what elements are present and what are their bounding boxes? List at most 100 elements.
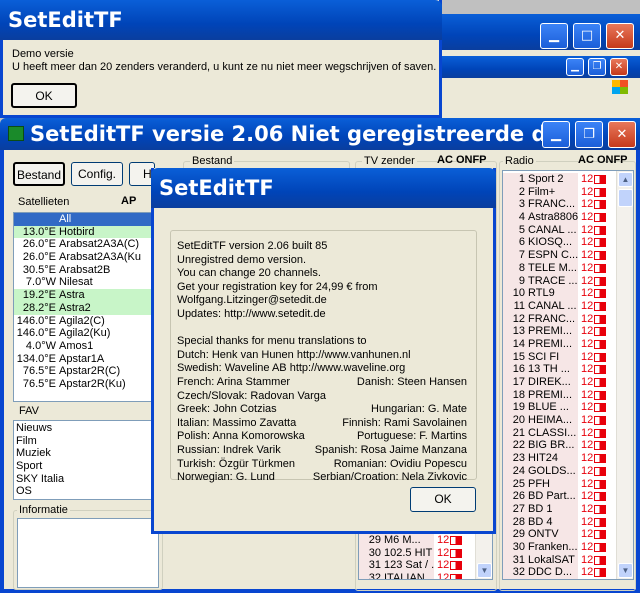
fav-item[interactable]: OS — [16, 485, 162, 498]
satellite-row[interactable]: 19.2°E Astra — [14, 289, 162, 302]
red-flag-icon — [594, 175, 607, 184]
satellite-row[interactable]: 146.0°E Agila2(Ku) — [14, 327, 162, 340]
close-button[interactable]: ✕ — [606, 23, 634, 49]
fav-item[interactable]: Film — [16, 435, 162, 448]
about-ok-button[interactable]: OK — [410, 487, 476, 512]
radio-channel-row[interactable]: 24 GOLDS... 12 — [503, 464, 616, 478]
radio-channel-row[interactable]: 16 13 TH ... 12 — [503, 363, 616, 376]
radio-channel-flag: 12 — [581, 566, 594, 579]
satellite-row[interactable]: 26.0°E Arabsat2A3A(C) — [14, 238, 162, 251]
red-flag-icon — [594, 251, 607, 261]
about-dialog-title: SetEditTF — [159, 176, 274, 200]
fav-item[interactable]: SKY Italia — [16, 473, 162, 486]
main-close-button[interactable]: ✕ — [608, 121, 636, 148]
satellite-row[interactable]: 26.0°E Arabsat2A3A(Ku — [14, 251, 162, 264]
satellite-row[interactable]: 4.0°W Amos1 — [14, 340, 162, 353]
fav-list[interactable]: Nieuws Film Muziek Sport SKY Italia OS — [13, 420, 163, 500]
radio-channel-flag: 12 — [581, 236, 594, 249]
radio-channel-row[interactable]: 12 FRANC... 12 — [503, 312, 616, 326]
config-button[interactable]: Config. — [71, 162, 123, 186]
main-minimize-button[interactable]: ▁ — [542, 121, 570, 148]
satellite-row[interactable]: 13.0°E Hotbird — [14, 225, 162, 239]
radio-channel-row[interactable]: 19 BLUE ... 12 — [503, 401, 616, 415]
radio-channel-row[interactable]: 7 ESPN C... 12 — [503, 249, 616, 262]
radio-channel-row[interactable]: 2 Film+ 12 — [503, 185, 616, 199]
main-restore-button[interactable]: ❐ — [575, 121, 603, 148]
radio-channel-flag: 12 — [581, 211, 594, 224]
tv-channel-row[interactable]: 32 ITALIAN... 12 — [359, 572, 475, 579]
maximize-button[interactable]: □ — [573, 23, 601, 49]
radio-channel-row[interactable]: 3 FRANC... 12 — [503, 198, 616, 212]
tv-channel-row[interactable]: 31123 Sat / ...12 — [359, 559, 475, 573]
radio-channel-row[interactable]: 9 TRACE ... 12 — [503, 274, 616, 288]
tv-channel-name: 102.5 HIT ... — [384, 546, 434, 560]
radio-channel-row[interactable]: 11 CANAL ... 12 — [503, 299, 616, 313]
satellite-row[interactable]: All — [14, 213, 162, 226]
credit-row: Russian: Indrek Varik Spanish: Rosa Jaime… — [177, 444, 477, 458]
demo-ok-button[interactable]: OK — [11, 83, 77, 108]
radio-channel-row[interactable]: 15 SCI FI 12 — [503, 350, 616, 364]
radio-channel-row[interactable]: 26 BD Part... 12 — [503, 490, 616, 503]
radio-channel-row[interactable]: 20 HEIMA... 12 — [503, 414, 616, 427]
bestand-button[interactable]: Bestand — [13, 162, 65, 186]
fav-item[interactable]: Muziek — [16, 447, 162, 460]
radio-channel-row[interactable]: 25 PFH 12 — [503, 477, 616, 491]
windows-logo-icon — [612, 80, 628, 94]
tv-channel-row[interactable]: 30102.5 HIT ...12 — [359, 546, 475, 560]
radio-channel-row[interactable]: 31 LokalSAT 12 — [503, 553, 616, 567]
fav-item[interactable]: Sport — [16, 460, 162, 473]
radio-channel-number: 8 — [503, 261, 528, 275]
radio-channel-row[interactable]: 28 BD 4 12 — [503, 515, 616, 529]
inner-close-button[interactable]: ✕ — [610, 58, 628, 76]
satellite-row[interactable]: 30.5°E Arabsat2B — [14, 264, 162, 277]
tv-channel-row[interactable]: 29 M6 M... 12 — [359, 534, 475, 547]
fav-item[interactable]: Nieuws — [16, 422, 162, 435]
radio-scroll-up-icon[interactable]: ▲ — [618, 172, 633, 187]
bestand-group-label: Bestand — [190, 155, 235, 167]
radio-channel-row[interactable]: 4 Astra8806 12 — [503, 211, 616, 224]
informatie-label: Informatie — [17, 504, 70, 516]
radio-channel-row[interactable]: 14 PREMI... 12 — [503, 337, 616, 351]
radio-channel-row[interactable]: 1 Sport 2 12 — [503, 173, 616, 186]
red-flag-icon — [594, 416, 607, 426]
radio-channel-name: SCI FI — [528, 350, 578, 364]
radio-channel-number: 20 — [503, 414, 528, 427]
inner-minimize-button[interactable]: ▁ — [566, 58, 584, 76]
radio-channel-row[interactable]: 32 DDC D... 12 — [503, 566, 616, 579]
radio-channel-row[interactable]: 6 KIOSQ... 12 — [503, 236, 616, 250]
radio-channel-number: 31 — [503, 553, 528, 567]
inner-restore-button[interactable]: ❐ — [588, 58, 606, 76]
satellite-row[interactable]: 76.5°E Apstar2R(Ku) — [14, 378, 162, 391]
radio-scrollbar[interactable]: ▲ ▼ — [616, 171, 633, 579]
radio-channel-row[interactable]: 17 DIREK... 12 — [503, 376, 616, 389]
radio-channel-row[interactable]: 21 CLASSI... 12 — [503, 426, 616, 440]
radio-channel-row[interactable]: 23 HIT24 12 — [503, 452, 616, 465]
satellite-row[interactable]: 146.0°E Agila2(C) — [14, 315, 162, 328]
radio-channel-row[interactable]: 8 TELE M... 12 — [503, 261, 616, 275]
radio-channel-row[interactable]: 18 PREMI... 12 — [503, 388, 616, 402]
satellite-name: Amos1 — [59, 339, 94, 352]
radio-channel-row[interactable]: 30 Franken... 12 — [503, 540, 616, 554]
radio-channel-row[interactable]: 13 PREMI... 12 — [503, 325, 616, 338]
minimize-button[interactable]: ▁ — [540, 23, 568, 49]
radio-scroll-down-icon[interactable]: ▼ — [618, 563, 633, 578]
satellite-row[interactable]: 28.2°E Astra2 — [14, 301, 162, 315]
radio-channel-row[interactable]: 10 RTL9 12 — [503, 287, 616, 300]
radio-channel-row[interactable]: 5 CANAL ... 12 — [503, 223, 616, 237]
radio-channel-name: FRANC... — [528, 312, 578, 326]
red-flag-icon — [594, 441, 607, 451]
satellite-row[interactable]: 7.0°W Nilesat — [14, 276, 162, 289]
radio-channel-list[interactable]: 1 Sport 2 12 2 Film+ 12 3 FRANC... 12 4 Astra8806 1… — [502, 170, 634, 580]
red-flag-icon — [450, 536, 463, 545]
tv-scroll-down-icon[interactable]: ▼ — [477, 563, 492, 578]
radio-scroll-thumb[interactable] — [618, 189, 633, 207]
radio-channel-flag: 12 — [581, 261, 594, 274]
satellite-row[interactable]: 76.5°E Apstar2R(C) — [14, 365, 162, 378]
radio-channel-row[interactable]: 29 ONTV 12 — [503, 528, 616, 541]
radio-channel-row[interactable]: 22 BIG BR... 12 — [503, 439, 616, 453]
satellite-list[interactable]: All 13.0°E Hotbird 26.0°E Arabsat2A3A(C) 26.0… — [13, 212, 163, 402]
radio-channel-flag: 12 — [581, 426, 594, 439]
demo-ok-label: OK — [35, 89, 53, 103]
satellite-row[interactable]: 134.0°E Apstar1A — [14, 353, 162, 366]
radio-channel-row[interactable]: 27 BD 1 12 — [503, 502, 616, 516]
